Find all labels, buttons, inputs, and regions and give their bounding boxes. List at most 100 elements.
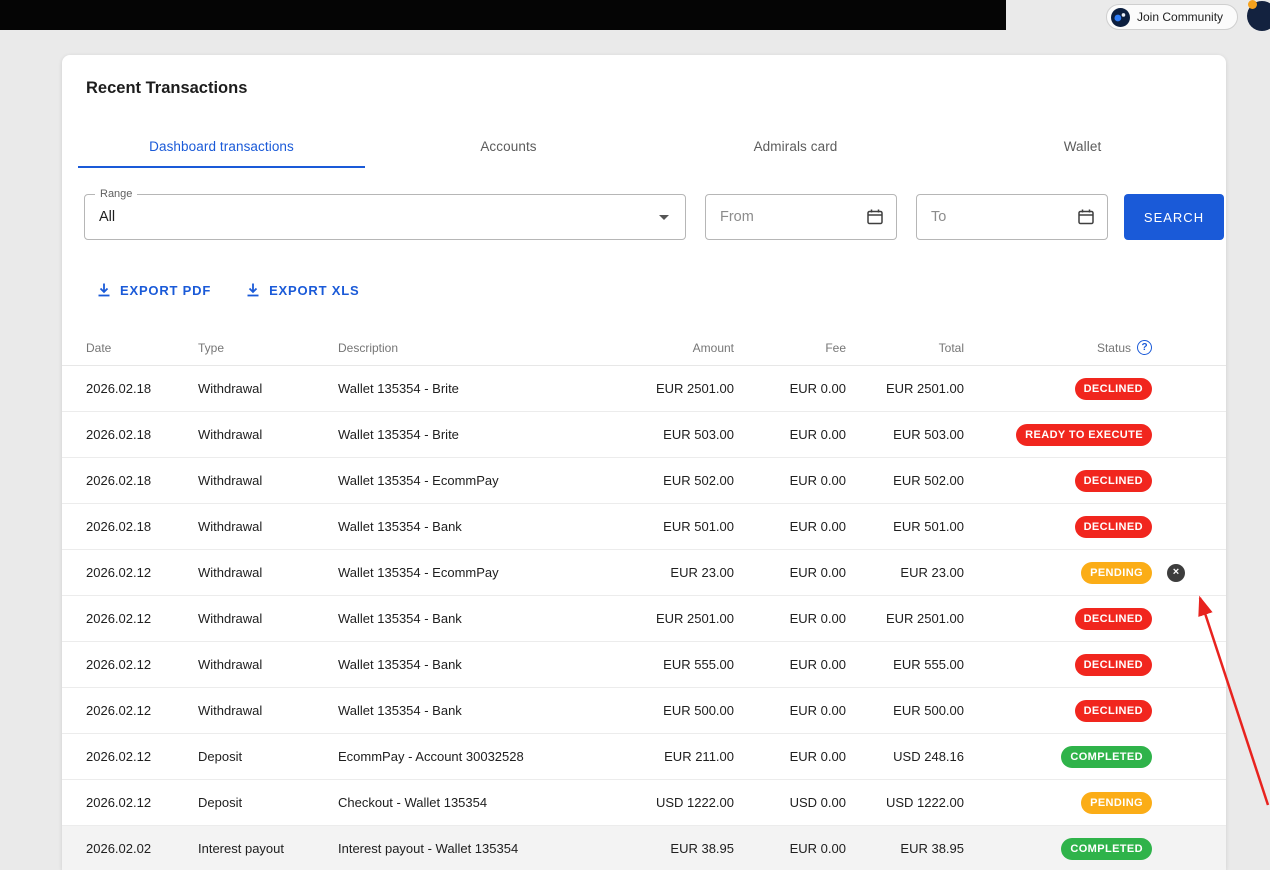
user-avatar[interactable]: [1247, 0, 1270, 31]
cell-amount: EUR 38.95: [670, 841, 734, 856]
cell-fee: EUR 0.00: [789, 519, 846, 534]
cell-date: 2026.02.12: [86, 611, 152, 626]
top-dark-strip: [0, 0, 1006, 30]
cell-description: Wallet 135354 - EcommPay: [338, 473, 499, 488]
cell-total: USD 248.16: [893, 749, 964, 764]
cell-status: DECLINED: [964, 515, 1152, 538]
community-icon: [1111, 7, 1130, 27]
cell-amount: EUR 501.00: [663, 519, 734, 534]
cell-total: EUR 2501.00: [885, 611, 964, 626]
search-button[interactable]: SEARCH: [1124, 194, 1224, 240]
export-xls-button[interactable]: EXPORT XLS: [245, 282, 359, 298]
cell-type: Withdrawal: [198, 611, 263, 626]
cell-fee: EUR 0.00: [789, 841, 846, 856]
table-row: 2026.02.12 Withdrawal Wallet 135354 - Ec…: [62, 550, 1226, 596]
header-status-label: Status: [1096, 340, 1131, 355]
tab-admirals-card[interactable]: Admirals card: [652, 126, 939, 168]
cell-total: EUR 501.00: [893, 519, 964, 534]
range-select-label: Range: [95, 188, 138, 200]
cell-date: 2026.02.12: [86, 795, 152, 810]
header-amount: Amount: [692, 340, 734, 355]
cell-date: 2026.02.12: [86, 657, 152, 672]
status-badge: DECLINED: [1074, 607, 1152, 630]
cell-action: ×: [1152, 472, 1200, 490]
tab-dashboard-transactions[interactable]: Dashboard transactions: [78, 126, 365, 168]
status-badge: PENDING: [1081, 561, 1152, 584]
page-title: Recent Transactions: [86, 79, 248, 97]
cell-description: Wallet 135354 - Bank: [338, 703, 462, 718]
table-row: 2026.02.18 Withdrawal Wallet 135354 - Ba…: [62, 504, 1226, 550]
cell-type: Deposit: [198, 795, 243, 810]
cell-total: EUR 2501.00: [885, 381, 964, 396]
date-to-input[interactable]: [917, 209, 1077, 225]
cell-fee: EUR 0.00: [789, 657, 846, 672]
cell-total: EUR 38.95: [900, 841, 964, 856]
cell-status: DECLINED: [964, 469, 1152, 492]
header-date: Date: [86, 340, 112, 355]
status-badge: DECLINED: [1074, 699, 1152, 722]
status-badge: DECLINED: [1074, 377, 1152, 400]
tab-accounts[interactable]: Accounts: [365, 126, 652, 168]
cell-total: EUR 23.00: [900, 565, 964, 580]
tab-wallet[interactable]: Wallet: [939, 126, 1226, 168]
status-help-icon[interactable]: ?: [1137, 340, 1152, 355]
cell-amount: EUR 23.00: [670, 565, 734, 580]
range-select[interactable]: Range All: [84, 188, 686, 240]
cell-action: ×: [1152, 518, 1200, 536]
status-badge: DECLINED: [1074, 515, 1152, 538]
filter-bar: Range All From To SEARCH: [62, 188, 1226, 240]
cell-type: Interest payout: [198, 841, 284, 856]
cell-action: ×: [1152, 426, 1200, 444]
cell-description: Wallet 135354 - Bank: [338, 611, 462, 626]
chevron-down-icon: [659, 214, 669, 220]
cell-amount: EUR 502.00: [663, 473, 734, 488]
table-row: 2026.02.12 Deposit EcommPay - Account 30…: [62, 734, 1226, 780]
cell-fee: USD 0.00: [789, 795, 846, 810]
date-to-field[interactable]: [916, 194, 1108, 240]
cell-status: COMPLETED: [964, 837, 1152, 860]
cancel-transaction-button[interactable]: ×: [1167, 563, 1185, 582]
cell-action: ×: [1152, 794, 1200, 812]
header-total: Total: [938, 340, 964, 355]
export-pdf-button[interactable]: EXPORT PDF: [96, 282, 211, 298]
cell-date: 2026.02.02: [86, 841, 152, 856]
join-community-button[interactable]: Join Community: [1106, 4, 1239, 30]
cell-fee: EUR 0.00: [789, 473, 846, 488]
export-links: EXPORT PDF EXPORT XLS: [96, 282, 1226, 298]
cell-type: Withdrawal: [198, 657, 263, 672]
cell-status: DECLINED: [964, 607, 1152, 630]
export-xls-label: EXPORT XLS: [269, 282, 360, 298]
date-from-field[interactable]: [705, 194, 897, 240]
cell-action: ×: [1152, 702, 1200, 720]
cell-status: DECLINED: [964, 699, 1152, 722]
cell-fee: EUR 0.00: [789, 611, 846, 626]
notification-dot: [1248, 0, 1257, 9]
download-icon: [96, 282, 112, 298]
cell-date: 2026.02.18: [86, 473, 152, 488]
cell-status: PENDING: [964, 561, 1152, 584]
cell-type: Withdrawal: [198, 565, 263, 580]
cell-total: EUR 502.00: [893, 473, 964, 488]
cell-amount: EUR 2501.00: [655, 381, 734, 396]
calendar-icon[interactable]: [1077, 208, 1095, 226]
cell-action: ×: [1152, 748, 1200, 766]
status-badge: READY TO EXECUTE: [1016, 423, 1152, 446]
cell-description: Wallet 135354 - Brite: [338, 381, 459, 396]
cell-status: READY TO EXECUTE: [964, 423, 1152, 446]
cell-type: Withdrawal: [198, 381, 263, 396]
calendar-icon[interactable]: [866, 208, 884, 226]
cell-total: EUR 503.00: [893, 427, 964, 442]
cell-amount: EUR 500.00: [663, 703, 734, 718]
header-status: Status ?: [964, 340, 1152, 355]
header-type: Type: [198, 340, 225, 355]
status-badge: COMPLETED: [1061, 837, 1152, 860]
table-row: 2026.02.18 Withdrawal Wallet 135354 - Br…: [62, 366, 1226, 412]
table-row: 2026.02.12 Deposit Checkout - Wallet 135…: [62, 780, 1226, 826]
date-from-input[interactable]: [706, 209, 866, 225]
cell-amount: EUR 211.00: [664, 749, 734, 764]
cell-date: 2026.02.12: [86, 703, 152, 718]
table-row: 2026.02.12 Withdrawal Wallet 135354 - Ba…: [62, 642, 1226, 688]
join-community-label: Join Community: [1137, 10, 1224, 24]
cell-total: USD 1222.00: [885, 795, 964, 810]
header-fee: Fee: [825, 340, 846, 355]
